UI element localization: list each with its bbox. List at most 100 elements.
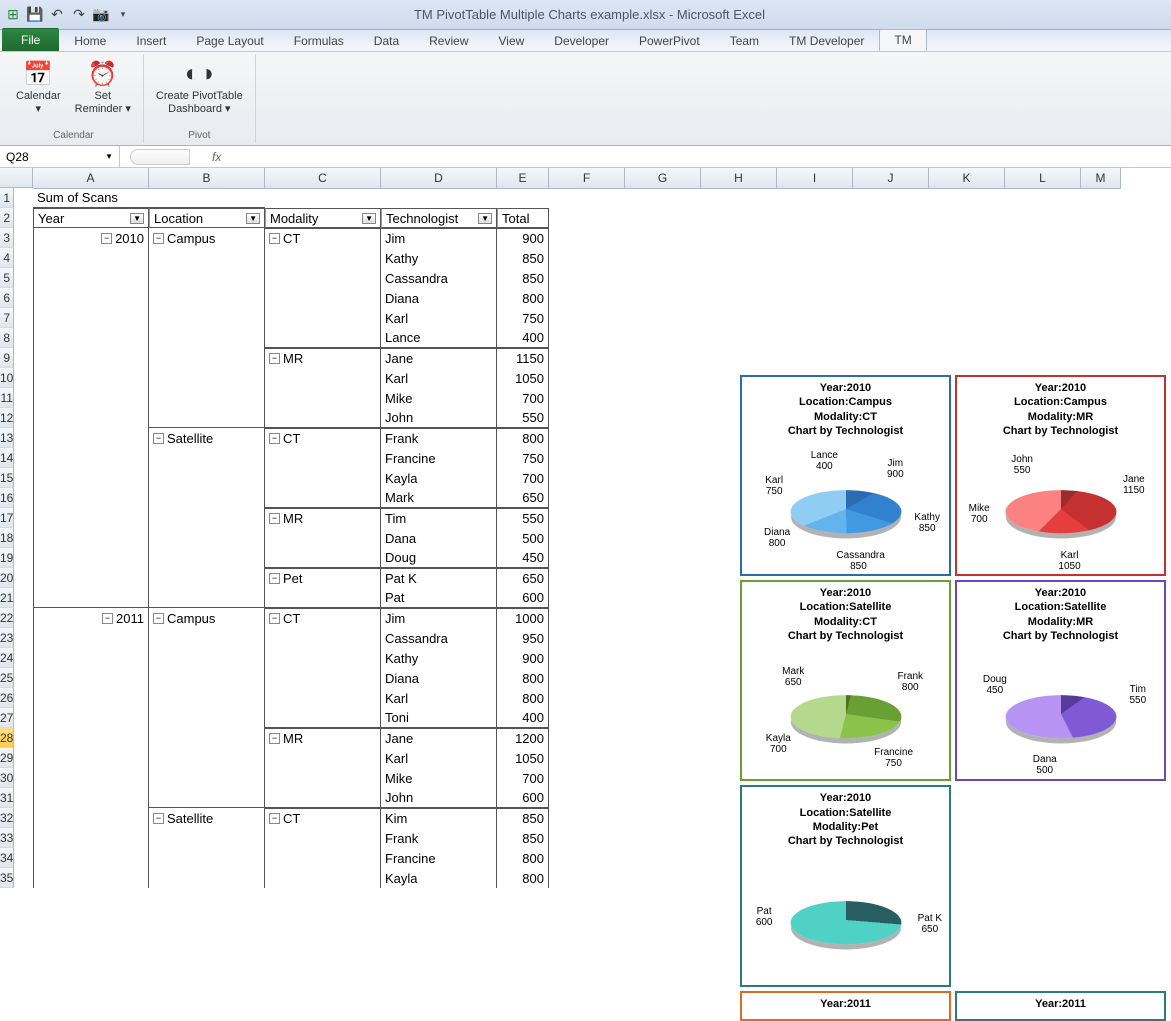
row-header-9[interactable]: 9 bbox=[0, 348, 14, 368]
column-header-B[interactable]: B bbox=[149, 168, 265, 189]
cell[interactable] bbox=[149, 548, 265, 568]
cell[interactable]: −CT bbox=[265, 808, 381, 828]
cell[interactable]: Doug bbox=[381, 548, 497, 568]
cell[interactable] bbox=[33, 548, 149, 568]
tab-formulas[interactable]: Formulas bbox=[279, 30, 359, 51]
cell[interactable] bbox=[149, 348, 265, 368]
tab-team[interactable]: Team bbox=[715, 30, 774, 51]
cell[interactable]: −Satellite bbox=[149, 808, 265, 828]
cell[interactable]: −MR bbox=[265, 348, 381, 368]
pivot-chart[interactable]: Year:2011 bbox=[955, 991, 1166, 1021]
save-icon[interactable]: 💾 bbox=[26, 6, 44, 24]
row-header-33[interactable]: 33 bbox=[0, 828, 14, 848]
cell[interactable]: 550 bbox=[497, 408, 549, 428]
row-header-21[interactable]: 21 bbox=[0, 588, 14, 608]
cell[interactable] bbox=[265, 768, 381, 788]
filter-dropdown-icon[interactable]: ▼ bbox=[246, 213, 260, 224]
cell[interactable] bbox=[149, 728, 265, 748]
cell[interactable]: Karl bbox=[381, 308, 497, 328]
cell[interactable] bbox=[33, 468, 149, 488]
cell[interactable]: 400 bbox=[497, 328, 549, 348]
cell[interactable] bbox=[33, 328, 149, 348]
row-header-10[interactable]: 10 bbox=[0, 368, 14, 388]
cell[interactable]: 750 bbox=[497, 308, 549, 328]
collapse-icon[interactable]: − bbox=[153, 613, 164, 624]
cell[interactable]: 700 bbox=[497, 768, 549, 788]
cell[interactable] bbox=[33, 568, 149, 588]
cell[interactable] bbox=[265, 708, 381, 728]
row-header-6[interactable]: 6 bbox=[0, 288, 14, 308]
cell[interactable]: Mike bbox=[381, 388, 497, 408]
tab-insert[interactable]: Insert bbox=[121, 30, 181, 51]
cell[interactable] bbox=[33, 408, 149, 428]
cell[interactable]: 800 bbox=[497, 848, 549, 868]
row-header-35[interactable]: 35 bbox=[0, 868, 14, 888]
cell[interactable] bbox=[149, 848, 265, 868]
cell[interactable] bbox=[33, 728, 149, 748]
row-header-32[interactable]: 32 bbox=[0, 808, 14, 828]
row-header-29[interactable]: 29 bbox=[0, 748, 14, 768]
cell[interactable]: 500 bbox=[497, 528, 549, 548]
cell[interactable] bbox=[149, 588, 265, 608]
collapse-icon[interactable]: − bbox=[269, 813, 280, 824]
tab-tm[interactable]: TM bbox=[879, 29, 926, 51]
cell[interactable]: Kayla bbox=[381, 868, 497, 888]
cell[interactable] bbox=[149, 688, 265, 708]
filter-dropdown-icon[interactable]: ▼ bbox=[478, 213, 492, 224]
cell[interactable] bbox=[265, 648, 381, 668]
cell[interactable] bbox=[33, 368, 149, 388]
column-header-M[interactable]: M bbox=[1081, 168, 1121, 189]
column-header-L[interactable]: L bbox=[1005, 168, 1081, 189]
row-header-28[interactable]: 28 bbox=[0, 728, 14, 748]
cell[interactable] bbox=[265, 248, 381, 268]
row-header-27[interactable]: 27 bbox=[0, 708, 14, 728]
cell[interactable] bbox=[33, 808, 149, 828]
row-header-24[interactable]: 24 bbox=[0, 648, 14, 668]
collapse-icon[interactable]: − bbox=[269, 733, 280, 744]
pivot-field-location[interactable]: Location▼ bbox=[149, 208, 265, 228]
cell[interactable] bbox=[265, 368, 381, 388]
pivot-field-total[interactable]: Total bbox=[497, 208, 549, 228]
formula-input[interactable] bbox=[233, 146, 1171, 167]
cell[interactable]: −Campus bbox=[149, 228, 265, 248]
cell[interactable] bbox=[149, 308, 265, 328]
row-header-16[interactable]: 16 bbox=[0, 488, 14, 508]
cell[interactable] bbox=[265, 848, 381, 868]
collapse-icon[interactable]: − bbox=[153, 233, 164, 244]
cell[interactable]: Frank bbox=[381, 828, 497, 848]
name-box[interactable]: Q28 ▼ bbox=[0, 146, 120, 167]
cell[interactable]: Jane bbox=[381, 348, 497, 368]
cell[interactable] bbox=[33, 768, 149, 788]
cell[interactable] bbox=[33, 308, 149, 328]
cell[interactable] bbox=[149, 468, 265, 488]
undo-icon[interactable]: ↶ bbox=[48, 6, 66, 24]
cell[interactable]: Frank bbox=[381, 428, 497, 448]
cell[interactable]: Pat bbox=[381, 588, 497, 608]
cell[interactable] bbox=[149, 568, 265, 588]
qat-dropdown-icon[interactable]: ▾ bbox=[114, 6, 132, 24]
cell[interactable]: −Campus bbox=[149, 608, 265, 628]
cell[interactable]: 900 bbox=[497, 648, 549, 668]
tab-page-layout[interactable]: Page Layout bbox=[181, 30, 278, 51]
column-header-G[interactable]: G bbox=[625, 168, 701, 189]
cell[interactable] bbox=[33, 668, 149, 688]
row-header-13[interactable]: 13 bbox=[0, 428, 14, 448]
cell[interactable] bbox=[265, 468, 381, 488]
column-header-F[interactable]: F bbox=[549, 168, 625, 189]
cell[interactable]: 1000 bbox=[497, 608, 549, 628]
pivot-field-year[interactable]: Year▼ bbox=[33, 208, 149, 228]
cell[interactable] bbox=[265, 528, 381, 548]
cell[interactable] bbox=[149, 668, 265, 688]
column-header-C[interactable]: C bbox=[265, 168, 381, 189]
select-all-corner[interactable] bbox=[0, 168, 33, 188]
collapse-icon[interactable]: − bbox=[269, 613, 280, 624]
column-header-A[interactable]: A bbox=[33, 168, 149, 189]
cell[interactable]: −Pet bbox=[265, 568, 381, 588]
cell[interactable] bbox=[33, 388, 149, 408]
row-header-8[interactable]: 8 bbox=[0, 328, 14, 348]
cell[interactable] bbox=[33, 648, 149, 668]
column-header-E[interactable]: E bbox=[497, 168, 549, 189]
column-header-J[interactable]: J bbox=[853, 168, 929, 189]
cell[interactable]: 1050 bbox=[497, 368, 549, 388]
collapse-icon[interactable]: − bbox=[269, 433, 280, 444]
